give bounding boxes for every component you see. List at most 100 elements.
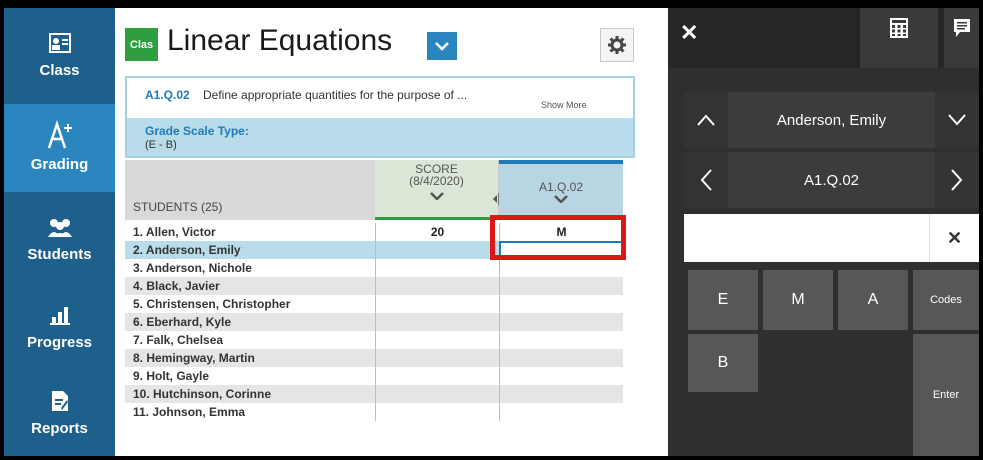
standard-column-header[interactable]: A1.Q.02 [499,160,623,220]
current-assignment-name: A1.Q.02 [803,171,860,189]
standard-cell[interactable] [499,259,623,277]
score-cell[interactable] [375,241,499,259]
show-more-link[interactable]: Show More [541,100,587,110]
score-cell[interactable]: 20 [375,223,499,241]
key-m-button[interactable]: M [763,270,833,330]
standard-cell[interactable] [499,277,623,295]
assignment-navigator: A1.Q.02 [684,152,979,208]
sidebar-item-grading[interactable]: Grading [4,104,115,192]
standard-info-box: A1.Q.02 Define appropriate quantities fo… [125,76,635,158]
tab-comments[interactable] [944,8,979,68]
settings-button[interactable] [600,28,634,62]
standard-description: Define appropriate quantities for the pu… [203,88,468,102]
score-cell[interactable] [375,349,499,367]
table-row[interactable]: 6. Eberhard, Kyle [125,313,623,331]
sidebar-item-class[interactable]: Class [4,8,115,104]
sidebar-item-progress[interactable]: Progress [4,294,115,374]
grade-grid: STUDENTS (25) SCORE (8/4/2020) A1.Q.02 1… [125,160,625,456]
table-row[interactable]: 7. Falk, Chelsea [125,331,623,349]
standard-cell-active[interactable] [499,241,623,259]
grade-scale-value: (E - B) [145,139,177,151]
comment-icon [953,19,970,37]
previous-assignment-button[interactable] [684,152,728,208]
student-name: 4. Black, Javier [133,279,220,293]
students-column-header[interactable]: STUDENTS (25) [125,160,375,220]
class-badge: Clas [125,28,158,61]
progress-icon [49,300,70,330]
score-cell[interactable] [375,385,499,403]
clear-entry-button[interactable]: ✕ [929,214,979,262]
score-cell[interactable] [375,295,499,313]
student-name: 5. Christensen, Christopher [133,297,291,311]
key-b-button[interactable]: B [688,334,758,392]
standard-cell[interactable]: M [499,223,623,241]
next-student-button[interactable] [935,92,979,148]
grading-icon [45,118,75,152]
standard-header-title: A1.Q.02 [538,180,584,194]
screenshot-frame: Class Grading Students Progress Reports [0,0,983,460]
chevron-down-icon [948,114,966,126]
table-row[interactable]: 3. Anderson, Nichole [125,259,623,277]
chevron-down-icon [375,192,498,200]
title-dropdown-button[interactable] [427,32,457,60]
standard-cell[interactable] [499,313,623,331]
key-a-button[interactable]: A [838,270,908,330]
standard-cell[interactable] [499,295,623,313]
standard-cell[interactable] [499,385,623,403]
table-row[interactable]: 5. Christensen, Christopher [125,295,623,313]
score-cell[interactable] [375,277,499,295]
page-title: Linear Equations [167,24,393,57]
chevron-right-icon [951,169,963,191]
score-cell[interactable] [375,259,499,277]
sidebar: Class Grading Students Progress Reports [4,8,115,456]
current-student-name: Anderson, Emily [776,111,887,129]
student-name: 7. Falk, Chelsea [133,333,224,347]
score-cell[interactable] [375,367,499,385]
table-row[interactable]: 1. Allen, Victor 20 M [125,223,623,241]
standard-cell[interactable] [499,367,623,385]
table-row[interactable]: 2. Anderson, Emily [125,241,623,259]
calculator-icon [890,18,908,38]
reports-icon [51,386,69,416]
score-header-date: (8/4/2020) [409,174,464,188]
students-icon [46,212,74,242]
student-name: 9. Holt, Gayle [133,369,210,383]
score-cell[interactable] [375,331,499,349]
standard-cell[interactable] [499,403,623,421]
score-column-header[interactable]: SCORE (8/4/2020) [375,160,505,220]
app-window: Class Grading Students Progress Reports [4,8,979,456]
sidebar-item-label: Progress [26,334,93,351]
title-bar: Clas Linear Equations [115,8,668,76]
student-name: 1. Allen, Victor [133,225,216,239]
chevron-down-icon [435,42,449,51]
chevron-down-icon [499,195,623,203]
class-icon [48,28,71,58]
main-content: Clas Linear Equations A1.Q.02 Define app… [115,8,773,456]
sidebar-item-label: Grading [30,156,89,173]
table-row[interactable]: 8. Hemingway, Martin [125,349,623,367]
standard-description-row: A1.Q.02 Define appropriate quantities fo… [127,78,633,118]
table-row[interactable]: 4. Black, Javier [125,277,623,295]
student-navigator: Anderson, Emily [684,92,979,148]
codes-button[interactable]: Codes [913,270,979,330]
previous-student-button[interactable] [684,92,728,148]
table-row[interactable]: 9. Holt, Gayle [125,367,623,385]
student-name: 2. Anderson, Emily [133,243,241,257]
score-cell[interactable] [375,403,499,421]
enter-button[interactable]: Enter [913,334,979,456]
standard-cell[interactable] [499,349,623,367]
tab-keypad[interactable] [860,8,938,68]
sidebar-item-reports[interactable]: Reports [4,380,115,456]
score-cell[interactable] [375,313,499,331]
table-row[interactable]: 11. Johnson, Emma [125,403,623,421]
sidebar-item-students[interactable]: Students [4,204,115,284]
grade-scale-label: Grade Scale Type: [145,124,249,138]
close-icon[interactable]: ✕ [680,20,698,46]
grade-entry-panel: ✕ Anderson, Emily A1.Q.02 ✕ E M A Codes … [668,8,979,456]
standard-cell[interactable] [499,331,623,349]
table-row[interactable]: 10. Hutchinson, Corinne [125,385,623,403]
key-e-button[interactable]: E [688,270,758,330]
next-assignment-button[interactable] [935,152,979,208]
student-name: 6. Eberhard, Kyle [133,315,232,329]
grade-entry-input[interactable] [684,214,924,262]
